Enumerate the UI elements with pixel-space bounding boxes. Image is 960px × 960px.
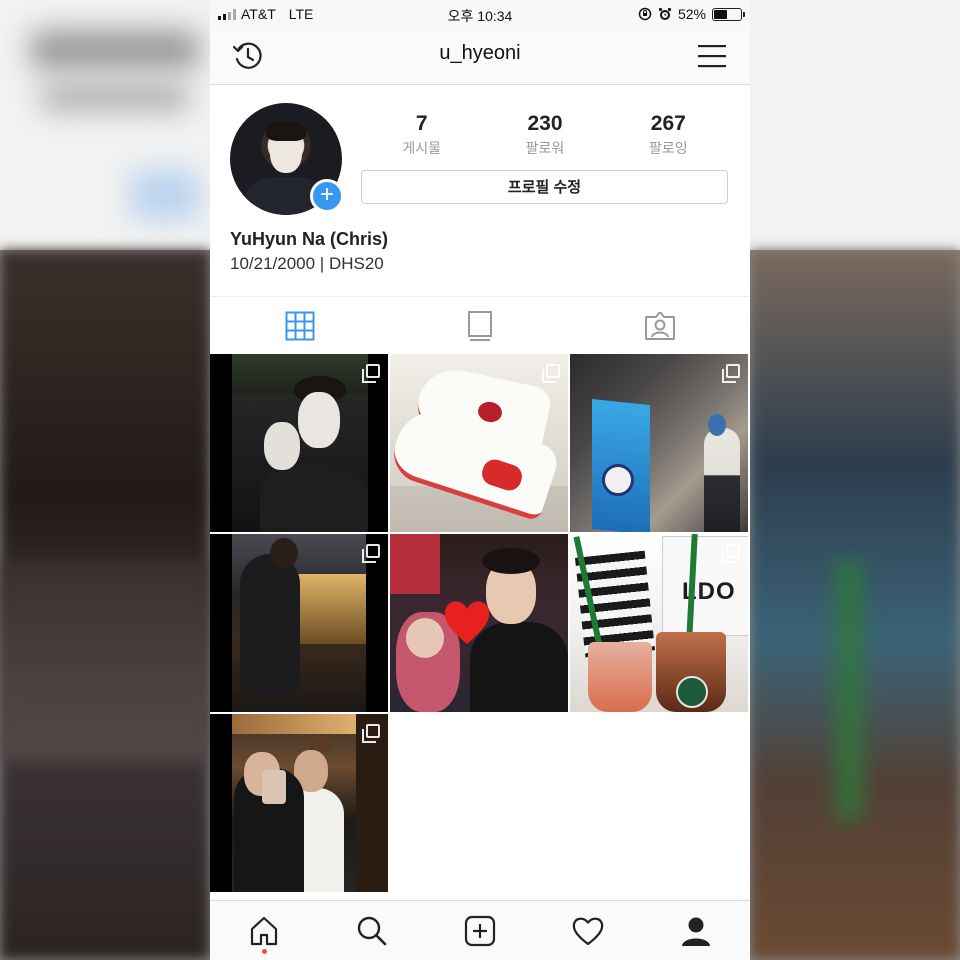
battery-icon: [712, 7, 745, 21]
tab-igtv[interactable]: [390, 297, 570, 354]
status-right: 52%: [638, 6, 745, 22]
nav-activity[interactable]: [534, 901, 642, 960]
stat-count: 230: [527, 112, 563, 135]
profile-header: u_hyeoni: [210, 28, 750, 85]
background-blur-block: [130, 170, 200, 220]
heart-sticker-icon: [444, 601, 490, 644]
alarm-icon: [658, 7, 672, 20]
multiple-photos-icon: [362, 364, 380, 383]
status-bar: AT&T LTE 오후 10:34 52%: [210, 0, 750, 28]
igtv-icon: [468, 310, 492, 341]
post-thumbnail[interactable]: [210, 714, 388, 892]
heart-icon: [572, 917, 604, 946]
notification-dot: [261, 949, 267, 954]
post-thumbnail[interactable]: LDO: [570, 534, 748, 712]
profile-bio: 10/21/2000 | DHS20: [230, 254, 384, 273]
grid-icon: [285, 311, 315, 340]
multiple-photos-icon: [722, 544, 740, 563]
post-thumbnail[interactable]: [390, 534, 568, 712]
new-post-icon: [464, 915, 496, 947]
stat-posts[interactable]: 7 게시물: [360, 112, 483, 158]
background-straw: [835, 560, 863, 820]
stat-label: 게시물: [402, 140, 441, 156]
stat-followers[interactable]: 230 팔로워: [483, 112, 606, 158]
profile-avatar[interactable]: +: [230, 103, 344, 215]
stat-label: 팔로워: [525, 140, 565, 156]
edit-profile-button[interactable]: 프로필 수정: [361, 170, 728, 204]
bottom-navigation: [210, 900, 750, 960]
tab-tagged[interactable]: [570, 297, 750, 354]
tagged-icon: [645, 311, 675, 340]
orientation-lock-icon: [638, 7, 652, 21]
stat-count: 7: [415, 112, 428, 135]
stat-count: 267: [650, 112, 686, 135]
multiple-photos-icon: [362, 544, 380, 563]
tab-grid[interactable]: [210, 297, 390, 354]
post-thumbnail[interactable]: [210, 354, 388, 532]
battery-percentage: 52%: [677, 6, 706, 22]
post-thumbnail[interactable]: [570, 354, 748, 532]
multiple-photos-icon: [362, 724, 380, 743]
search-icon: [357, 916, 387, 946]
stat-following[interactable]: 267 팔로잉: [607, 112, 730, 158]
post-thumbnail[interactable]: [390, 354, 568, 532]
nav-profile[interactable]: [642, 901, 750, 960]
background-blur-block: [30, 30, 200, 70]
profile-tabs: [210, 296, 750, 354]
background-blur-block: [40, 85, 190, 110]
multiple-photos-icon: [722, 364, 740, 383]
nav-search[interactable]: [318, 901, 426, 960]
profile-stats: 7 게시물 230 팔로워 267 팔로잉: [360, 112, 730, 158]
profile-name: YuHyun Na (Chris): [230, 229, 389, 249]
nav-new-post[interactable]: [426, 901, 534, 960]
post-thumbnail[interactable]: [210, 534, 388, 712]
background-left-photo: [0, 560, 210, 760]
nav-home[interactable]: [210, 901, 318, 960]
add-story-icon[interactable]: +: [310, 179, 344, 213]
phone-screen: AT&T LTE 오후 10:34 52% u_hyeoni + 7 게시물 2…: [210, 0, 750, 960]
profile-icon: [682, 917, 710, 946]
multiple-photos-icon: [542, 364, 560, 383]
profile-username: u_hyeoni: [439, 42, 521, 64]
stat-label: 팔로잉: [649, 140, 688, 156]
hamburger-menu-icon[interactable]: [696, 40, 728, 72]
home-icon: [250, 916, 278, 946]
